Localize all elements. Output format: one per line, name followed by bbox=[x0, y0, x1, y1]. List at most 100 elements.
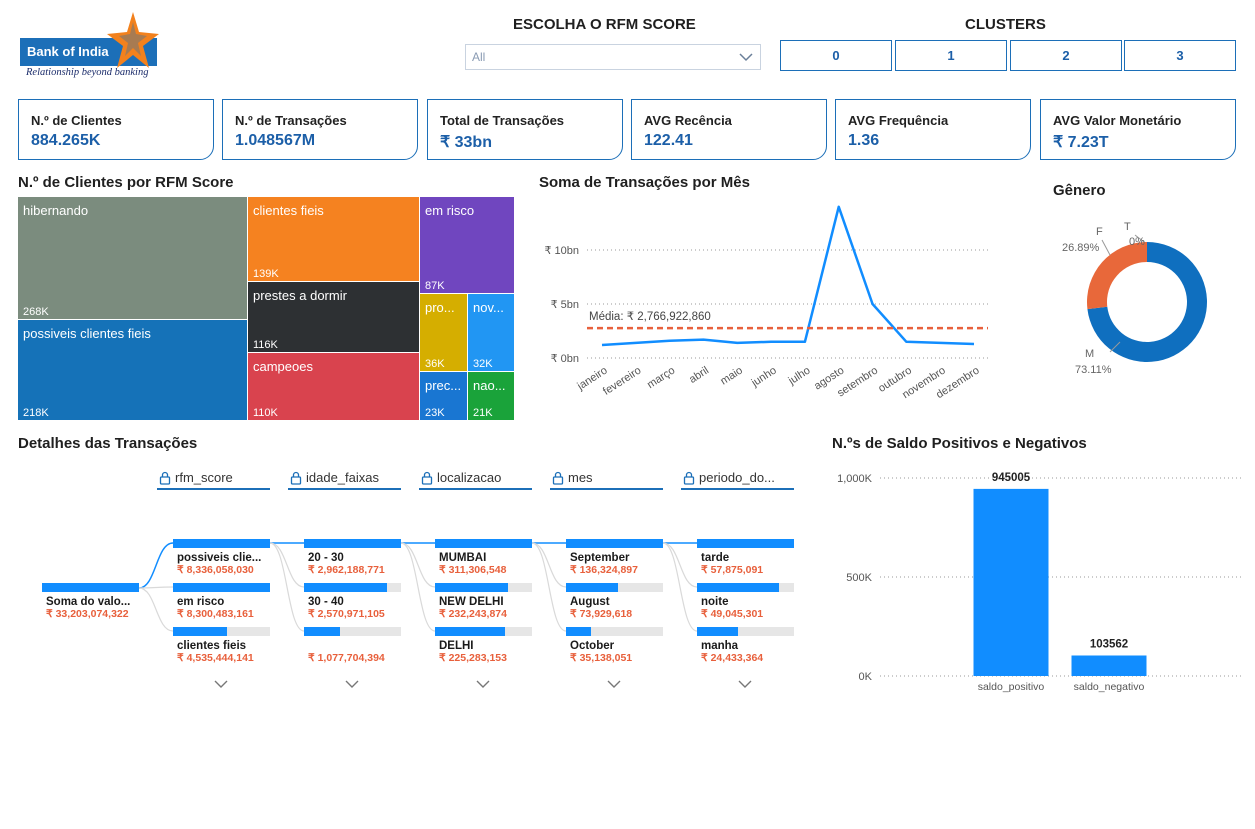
field-header-0[interactable]: rfm_score bbox=[157, 470, 270, 490]
decomposition-node[interactable]: noite ₹ 49,045,301 bbox=[697, 583, 794, 620]
data-label: 103562 bbox=[1090, 638, 1128, 650]
node-label: MUMBAI bbox=[439, 552, 487, 564]
node-bar-fill bbox=[697, 539, 794, 548]
connector-line bbox=[269, 542, 305, 588]
decomposition-node[interactable]: October ₹ 35,138,051 bbox=[566, 627, 663, 664]
kpi-label: AVG Frequência bbox=[848, 113, 949, 128]
node-value: ₹ 2,962,188,771 bbox=[308, 564, 385, 576]
clusters-title: CLUSTERS bbox=[965, 16, 1046, 33]
field-header-4[interactable]: periodo_do... bbox=[681, 470, 794, 490]
x-tick-label: saldo_positivo bbox=[978, 681, 1045, 693]
field-header-label: periodo_do... bbox=[699, 470, 775, 485]
kpi-label: AVG Valor Monetário bbox=[1053, 113, 1182, 128]
decomposition-node[interactable]: NEW DELHI ₹ 232,243,874 bbox=[435, 583, 532, 620]
cluster-button-1[interactable]: 1 bbox=[895, 40, 1007, 71]
kpi-card-frequencia: AVG Frequência 1.36 bbox=[835, 99, 1031, 160]
node-bar-track bbox=[435, 627, 532, 636]
decomposition-node[interactable]: manha ₹ 24,433,364 bbox=[697, 627, 794, 664]
expand-chevron-icon[interactable] bbox=[606, 678, 622, 690]
node-bar-track bbox=[697, 627, 794, 636]
decomposition-node[interactable]: August ₹ 73,929,618 bbox=[566, 583, 663, 620]
node-value: ₹ 49,045,301 bbox=[701, 608, 764, 620]
expand-chevron-icon[interactable] bbox=[344, 678, 360, 690]
node-bar-track bbox=[173, 583, 270, 592]
node-bar-fill bbox=[173, 583, 270, 592]
x-tick-label: saldo_negativo bbox=[1074, 681, 1145, 693]
decomposition-node[interactable]: DELHI ₹ 225,283,153 bbox=[435, 627, 532, 664]
node-label: 30 - 40 bbox=[308, 596, 344, 608]
field-header-2[interactable]: localizacao bbox=[419, 470, 532, 490]
node-value: ₹ 57,875,091 bbox=[701, 564, 764, 576]
node-label: 20 - 30 bbox=[308, 552, 344, 564]
slice-value: 26.89% bbox=[1062, 242, 1100, 254]
kpi-value: ₹ 7.23T bbox=[1053, 134, 1109, 151]
node-bar-track bbox=[697, 583, 794, 592]
decomposition-root-node[interactable]: Soma do valo... ₹ 33,203,074,322 bbox=[42, 583, 139, 620]
data-label: 945005 bbox=[992, 472, 1031, 484]
bar-chart-title: N.ºs de Saldo Positivos e Negativos bbox=[832, 435, 1087, 452]
node-bar-track bbox=[435, 539, 532, 548]
leader-line bbox=[1101, 239, 1111, 256]
node-value: ₹ 2,570,971,105 bbox=[308, 608, 385, 620]
node-bar-fill bbox=[304, 627, 340, 636]
node-label: possiveis clie... bbox=[177, 552, 262, 564]
node-bar-fill bbox=[566, 583, 619, 592]
field-header-label: mes bbox=[568, 470, 593, 485]
connector-line bbox=[531, 542, 567, 632]
connector-line bbox=[400, 542, 436, 588]
node-bar-track bbox=[173, 627, 270, 636]
donut-chart: M 73.11% F 26.89% T 0% bbox=[1062, 221, 1207, 376]
expand-chevron-icon[interactable] bbox=[737, 678, 753, 690]
decomposition-node[interactable]: ₹ 1,077,704,394 bbox=[304, 627, 401, 664]
node-label: clientes fieis bbox=[177, 640, 247, 652]
node-bar-fill bbox=[697, 627, 738, 636]
expand-chevron-icon[interactable] bbox=[213, 678, 229, 690]
decomposition-node[interactable]: tarde ₹ 57,875,091 bbox=[697, 539, 794, 576]
slice-value: 0% bbox=[1129, 236, 1145, 248]
decomposition-node[interactable]: clientes fieis ₹ 4,535,444,141 bbox=[173, 627, 270, 664]
node-bar-fill bbox=[173, 627, 228, 636]
field-header-3[interactable]: mes bbox=[550, 470, 663, 490]
node-label: September bbox=[570, 552, 630, 564]
node-bar-track bbox=[566, 583, 663, 592]
decomposition-node[interactable]: 30 - 40 ₹ 2,570,971,105 bbox=[304, 583, 401, 620]
slice-label: M bbox=[1085, 348, 1094, 360]
lock-icon bbox=[683, 471, 695, 485]
decomposition-node[interactable]: 20 - 30 ₹ 2,962,188,771 bbox=[304, 539, 401, 576]
node-bar-fill bbox=[697, 583, 780, 592]
lock-icon bbox=[159, 471, 171, 485]
node-bar-fill bbox=[304, 539, 401, 548]
connector-line bbox=[400, 542, 436, 632]
node-value: ₹ 1,077,704,394 bbox=[308, 652, 385, 664]
connector-line bbox=[269, 542, 305, 632]
expand-chevron-icon[interactable] bbox=[475, 678, 491, 690]
decomposition-node[interactable]: MUMBAI ₹ 311,306,548 bbox=[435, 539, 532, 576]
node-bar-fill bbox=[304, 583, 388, 592]
decomposition-node[interactable]: September ₹ 136,324,897 bbox=[566, 539, 663, 576]
node-bar-track bbox=[566, 627, 663, 636]
node-bar-track bbox=[697, 539, 794, 548]
node-value: ₹ 35,138,051 bbox=[570, 652, 633, 664]
bar-chart: 0K 500K 1,000K 945005 saldo_positivo 103562 sa… bbox=[837, 472, 1243, 693]
decomposition-node[interactable]: em risco ₹ 8,300,483,161 bbox=[173, 583, 270, 620]
node-value: ₹ 24,433,364 bbox=[701, 652, 764, 664]
cluster-button-2[interactable]: 2 bbox=[1010, 40, 1122, 71]
node-value: ₹ 8,300,483,161 bbox=[177, 608, 254, 620]
donut-chart-title: Gênero bbox=[1053, 182, 1106, 199]
cluster-button-3[interactable]: 3 bbox=[1124, 40, 1236, 71]
y-tick-label: 0K bbox=[859, 671, 873, 683]
node-label: October bbox=[570, 640, 615, 652]
connector-line bbox=[662, 542, 698, 632]
connector-line bbox=[531, 542, 567, 588]
node-bar-fill bbox=[173, 539, 270, 548]
node-value: ₹ 136,324,897 bbox=[570, 564, 638, 576]
decomposition-node[interactable]: possiveis clie... ₹ 8,336,058,030 bbox=[173, 539, 270, 576]
field-header-label: localizacao bbox=[437, 470, 502, 485]
node-bar-track bbox=[435, 583, 532, 592]
node-bar-track bbox=[42, 583, 139, 592]
field-header-1[interactable]: idade_faixas bbox=[288, 470, 401, 490]
field-header-label: rfm_score bbox=[175, 470, 233, 485]
connector-line bbox=[138, 587, 174, 632]
node-bar-fill bbox=[435, 539, 532, 548]
node-bar-track bbox=[173, 539, 270, 548]
